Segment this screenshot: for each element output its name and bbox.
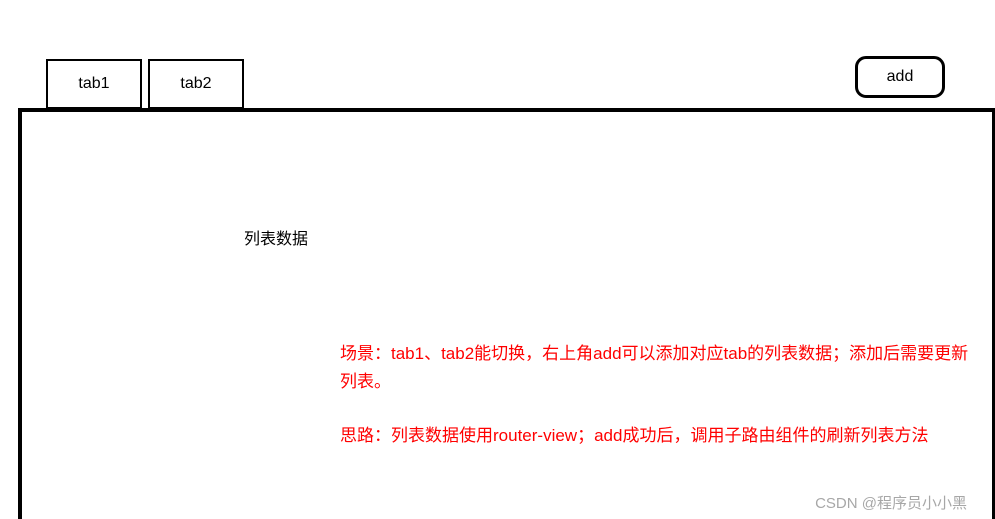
content-panel: 列表数据 场景：tab1、tab2能切换，右上角add可以添加对应tab的列表数… <box>18 108 995 519</box>
add-button[interactable]: add <box>855 56 945 98</box>
tab-1[interactable]: tab1 <box>46 59 142 109</box>
watermark: CSDN @程序员小小黑 <box>815 492 967 513</box>
tab-row: tab1 tab2 <box>46 56 949 111</box>
tab-2[interactable]: tab2 <box>148 59 244 109</box>
list-data-label: 列表数据 <box>244 225 308 249</box>
idea-text: 思路：列表数据使用router-view；add成功后，调用子路由组件的刷新列表… <box>340 422 974 450</box>
scenario-text: 场景：tab1、tab2能切换，右上角add可以添加对应tab的列表数据；添加后… <box>340 340 974 396</box>
